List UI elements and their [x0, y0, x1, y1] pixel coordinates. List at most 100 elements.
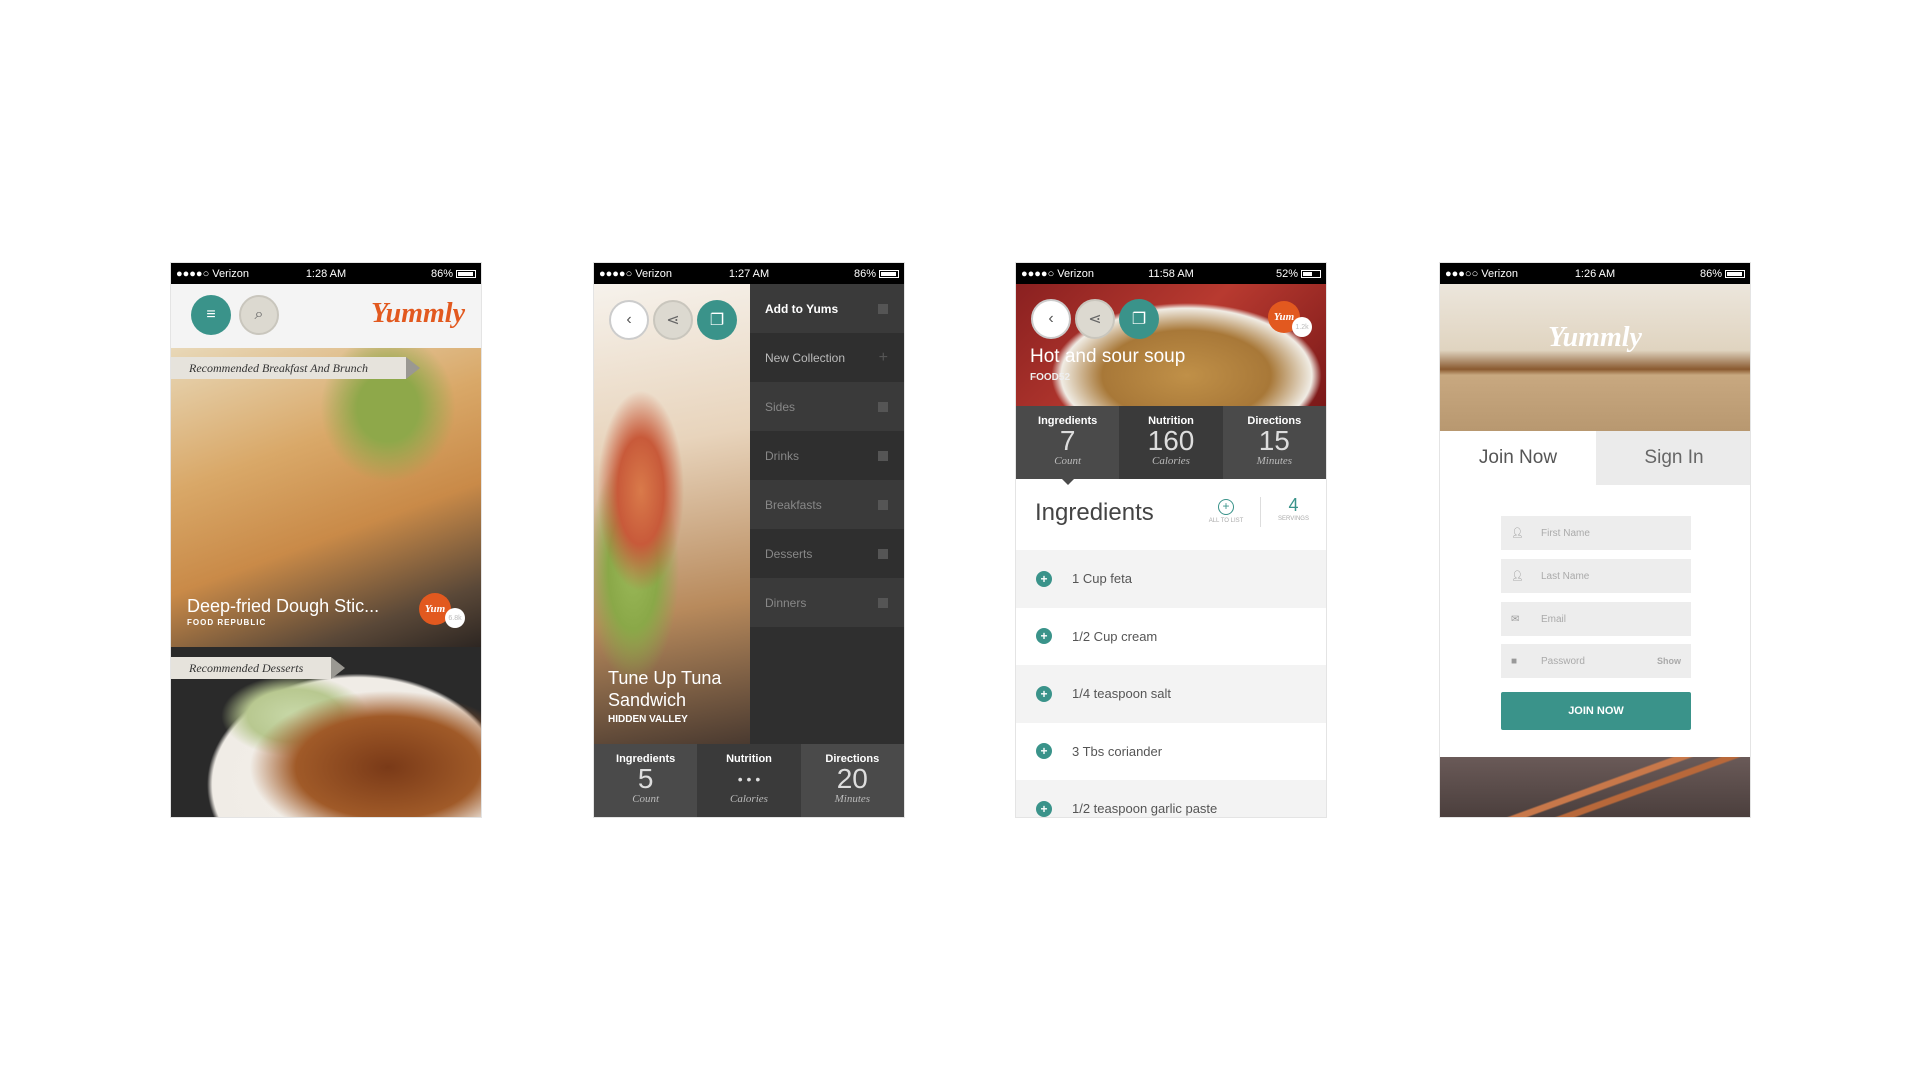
email-field[interactable]: ✉ Email [1501, 602, 1691, 636]
field-placeholder: Email [1541, 613, 1567, 625]
stat-ingredients[interactable]: Ingredients 7 Count [1016, 406, 1120, 485]
menu-item-dinners[interactable]: Dinners [750, 578, 904, 627]
menu-item-breakfasts[interactable]: Breakfasts [750, 480, 904, 529]
stat-value: 160 [1147, 425, 1195, 456]
section-ribbon: Recommended Breakfast And Brunch [171, 357, 420, 379]
carrier: ●●●●○ Verizon [599, 267, 672, 280]
add-ingredient-icon[interactable]: + [1036, 570, 1052, 587]
search-button[interactable]: ⌕ [239, 295, 279, 335]
battery-percent: 86% [1699, 267, 1722, 280]
add-ingredient-icon[interactable]: + [1036, 685, 1052, 702]
tab-sign-in[interactable]: Sign In [1596, 431, 1750, 485]
checkbox-icon[interactable] [878, 499, 888, 510]
hero-image: Yummly [1440, 284, 1750, 431]
stat-value: 15 [1258, 425, 1290, 456]
add-ingredient-icon[interactable]: + [1036, 743, 1052, 760]
stat-nutrition[interactable]: Nutrition 160 Calories [1119, 406, 1223, 479]
recipe-source: FOOD REPUBLIC [187, 618, 267, 627]
password-field[interactable]: ■ Password Show [1501, 644, 1691, 678]
yummly-logo: Yummly [371, 298, 465, 329]
battery-icon [1301, 269, 1321, 278]
battery-icon [879, 269, 899, 278]
menu-label: New Collection [765, 350, 846, 365]
share-button[interactable]: ⋖ [1075, 299, 1115, 339]
menu-item-desserts[interactable]: Desserts [750, 529, 904, 578]
servings-value: 4 [1288, 495, 1299, 515]
menu-icon: ≡ [206, 306, 216, 323]
carrier: ●●●○○ Verizon [1445, 267, 1518, 280]
share-button[interactable]: ⋖ [653, 300, 693, 340]
collection-icon: ❐ [709, 312, 725, 329]
checkbox-icon[interactable] [878, 450, 888, 461]
show-password-toggle[interactable]: Show [1657, 656, 1681, 666]
yummly-logo: Yummly [1548, 322, 1642, 353]
divider [1260, 497, 1261, 527]
ingredient-row: +1/4 teaspoon salt [1016, 665, 1326, 723]
collections-menu: Add to Yums New Collection + Sides Drinks… [750, 284, 904, 744]
stat-directions[interactable]: Directions 20 Minutes [800, 744, 904, 817]
menu-item-add-to-yums[interactable]: Add to Yums [750, 284, 904, 333]
checkbox-icon[interactable] [878, 303, 888, 314]
stat-ingredients[interactable]: Ingredients 5 Count [594, 744, 698, 817]
checkbox-icon[interactable] [878, 548, 888, 559]
battery-percent: 52% [1275, 267, 1298, 280]
phone-join: ●●●○○ Verizon 1:26 AM 86% Yummly Join No… [1439, 262, 1751, 818]
checkbox-icon[interactable] [878, 401, 888, 412]
first-name-field[interactable]: 👤︎ First Name [1501, 516, 1691, 550]
back-button[interactable]: ‹ [1031, 299, 1071, 339]
last-name-field[interactable]: 👤︎ Last Name [1501, 559, 1691, 593]
collection-icon: ❐ [1131, 311, 1147, 328]
checkbox-icon[interactable] [878, 597, 888, 608]
battery-percent: 86% [430, 267, 453, 280]
ingredient-text: 1/2 teaspoon garlic paste [1072, 801, 1218, 817]
all-to-list-label: ALL TO LIST [1208, 518, 1244, 524]
menu-label: Desserts [765, 546, 813, 561]
search-icon: ⌕ [254, 306, 264, 323]
recipe-title: Hot and sour soup [1030, 346, 1186, 367]
menu-button[interactable]: ≡ [191, 295, 231, 335]
battery-icon [1725, 269, 1745, 278]
menu-item-new-collection[interactable]: New Collection + [750, 333, 904, 382]
back-button[interactable]: ‹ [609, 300, 649, 340]
ingredient-text: 1 Cup feta [1072, 571, 1132, 587]
servings-label: SERVINGS [1278, 516, 1309, 522]
stat-unit: Count [632, 793, 660, 805]
stat-unit: Minutes [834, 793, 871, 805]
collection-button[interactable]: ❐ [697, 300, 737, 340]
yum-count: 6.8k [445, 608, 465, 628]
phone-add-to-collection: ●●●●○ Verizon 1:27 AM 86% Tune Up Tuna S… [593, 262, 905, 818]
stat-label: Nutrition [726, 753, 772, 765]
add-ingredient-icon[interactable]: + [1036, 628, 1052, 645]
status-bar: ●●●●○ Verizon 1:27 AM 86% [594, 263, 904, 284]
stat-nutrition[interactable]: Nutrition • • • Calories [697, 744, 801, 817]
menu-label: Add to Yums [765, 301, 839, 316]
recipe-title[interactable]: Deep-fried Dough Stic... [187, 596, 379, 617]
join-now-button[interactable]: JOIN NOW [1501, 692, 1691, 730]
recipe-card-dough-sticks[interactable]: Recommended Breakfast And Brunch Deep-fr… [171, 348, 481, 647]
tab-join-now[interactable]: Join Now [1440, 431, 1596, 485]
yum-count: 1.2k [1292, 317, 1312, 337]
add-ingredient-icon[interactable]: + [1036, 800, 1052, 817]
ingredients-heading: Ingredients [1035, 499, 1154, 526]
menu-label: Sides [765, 399, 796, 414]
all-to-list-button[interactable]: + ALL TO LIST [1201, 499, 1251, 524]
share-icon: ⋖ [1088, 311, 1102, 328]
recipe-card-desserts[interactable]: Recommended Desserts [171, 647, 481, 817]
servings-selector[interactable]: 4 SERVINGS [1271, 495, 1316, 522]
chevron-left-icon: ‹ [1048, 310, 1054, 327]
ingredient-row: +1/2 Cup cream [1016, 607, 1326, 665]
recipe-stats: Ingredients 5 Count Nutrition • • • Calories… [594, 744, 904, 817]
menu-item-drinks[interactable]: Drinks [750, 431, 904, 480]
field-placeholder: Password [1541, 655, 1585, 667]
lock-icon: ■ [1511, 655, 1518, 667]
chopsticks-image [1440, 757, 1750, 817]
menu-label: Drinks [765, 448, 800, 463]
user-icon: 👤︎ [1511, 570, 1524, 582]
stat-directions[interactable]: Directions 15 Minutes [1222, 406, 1326, 479]
collection-button[interactable]: ❐ [1119, 299, 1159, 339]
ingredient-row: +3 Tbs coriander [1016, 722, 1326, 780]
plus-icon[interactable]: + [879, 349, 888, 367]
menu-label: Breakfasts [765, 497, 822, 512]
ingredient-text: 3 Tbs coriander [1072, 743, 1163, 759]
menu-item-sides[interactable]: Sides [750, 382, 904, 431]
